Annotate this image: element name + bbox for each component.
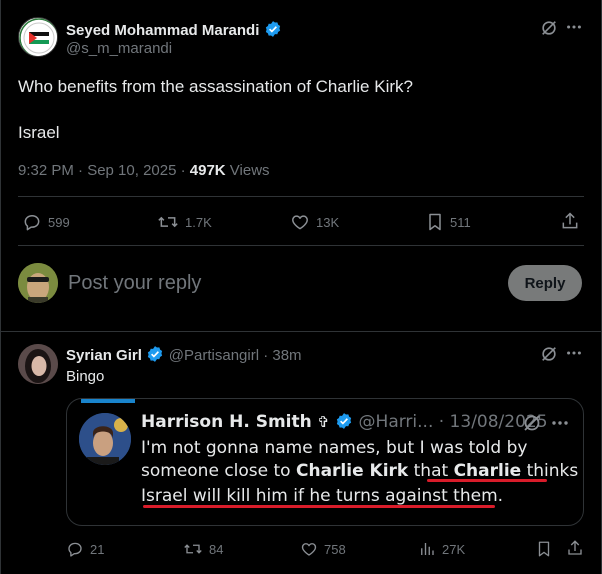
reply-icon [68,542,82,557]
grok-icon[interactable] [522,413,542,438]
views-chart-icon [421,543,434,555]
bookmark-icon [429,213,441,231]
palestine-flag-logo-icon [19,18,57,56]
repost-action[interactable]: 84 [183,540,223,558]
current-user-avatar[interactable] [18,263,58,303]
cross-icon: ✞ [317,413,330,431]
divider [18,196,584,197]
bookmark-action[interactable]: 511 [426,212,471,232]
views-count: 497K [189,162,226,179]
quoted-post-card[interactable]: Harrison H. Smith ✞ @Harri... · 13/08/20… [66,398,584,526]
verified-badge-icon [265,21,280,37]
quote-top-accent [81,399,135,403]
share-action[interactable] [566,539,584,557]
quoted-text-segment: thinks [521,461,579,481]
repost-action[interactable]: 1.7K [157,212,212,232]
quoted-text-bold-name: Charlie [453,461,522,481]
share-action[interactable] [560,211,580,231]
quoted-text-line1: I'm not gonna name names, but I was told… [141,438,528,458]
bookmark-icon [538,541,550,557]
repost-icon [158,216,178,228]
red-underline-mark [143,505,495,508]
like-action[interactable]: 13K [290,212,339,232]
reply-handle-time[interactable]: @Partisangirl · 38m [169,347,302,364]
divider [0,331,602,332]
views-action[interactable]: 27K [418,540,465,558]
like-action[interactable]: 758 [300,540,346,558]
post-meta: 9:32 PM · Sep 10, 2025 · 497K Views [18,162,270,179]
bookmark-action[interactable] [536,540,552,558]
reply-text: Bingo [66,368,105,385]
author-handle[interactable]: @s_m_marandi [66,40,172,57]
author-name[interactable]: Seyed Mohammad Marandi [66,22,259,39]
reply-author-avatar[interactable] [18,344,58,384]
more-options-icon[interactable] [565,344,583,367]
reply-icon [24,215,40,231]
heart-icon [301,543,317,556]
reply-count: 599 [48,214,70,230]
quoted-author-name[interactable]: Harrison H. Smith [141,412,312,432]
repost-count: 1.7K [185,214,212,230]
reply-count: 21 [90,541,105,557]
post-timestamp[interactable]: 9:32 PM · Sep 10, 2025 · [18,162,190,179]
quoted-handle-date[interactable]: @Harri... · 13/08/2025 [359,412,548,432]
quoted-text-segment: someone close to [141,461,296,481]
red-underline-mark [427,479,547,482]
author-avatar[interactable] [18,17,58,57]
verified-badge-icon [337,413,352,429]
bookmark-count: 511 [450,214,471,230]
like-count: 758 [324,541,346,557]
quoted-text-segment: that [408,461,454,481]
like-count: 13K [316,214,340,230]
heart-icon [292,215,308,230]
views-count: 27K [442,541,466,557]
repost-icon [184,544,202,554]
post-text-line2: Israel [18,123,60,142]
more-options-icon[interactable] [550,413,570,438]
verified-badge-icon [148,346,163,362]
reply-action[interactable]: 599 [22,212,70,232]
share-icon [562,212,578,229]
share-icon [568,540,582,555]
divider [18,245,584,246]
quoted-author-row: Harrison H. Smith ✞ @Harri... · 13/08/20… [141,412,548,432]
reply-action[interactable]: 21 [66,540,104,558]
quoted-author-avatar[interactable] [79,413,131,465]
reply-author-name[interactable]: Syrian Girl [66,347,142,364]
more-options-icon[interactable] [565,18,583,41]
grok-icon[interactable] [540,345,558,368]
author-name-row: Seyed Mohammad Marandi [66,20,282,40]
quoted-text-bold-name: Charlie Kirk [295,461,409,481]
post-text-line1: Who benefits from the assassination of C… [18,77,413,96]
reply-input[interactable]: Post your reply [68,272,201,295]
reply-author-row: Syrian Girl @Partisangirl · 38m [66,345,302,365]
views-label: Views [225,162,270,179]
repost-count: 84 [209,541,224,557]
grok-icon[interactable] [540,19,558,42]
reply-button[interactable]: Reply [508,265,582,301]
